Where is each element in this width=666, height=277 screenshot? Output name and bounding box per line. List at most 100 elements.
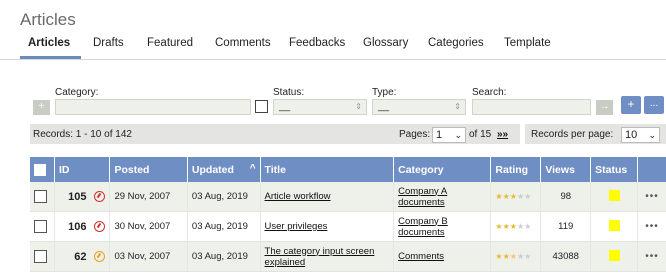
rating-cell: ★★★★★ — [490, 241, 542, 272]
category-checkbox[interactable] — [255, 100, 268, 113]
column-header-posted[interactable]: Posted — [109, 157, 188, 182]
category-line1: Comments — [398, 251, 445, 262]
workflow-status-icon[interactable] — [94, 191, 106, 203]
id-cell: 62 — [54, 241, 111, 272]
rating-stars: ★★★★★ — [495, 222, 531, 231]
workflow-status-icon[interactable] — [94, 221, 106, 233]
more-options-button[interactable]: ... — [644, 96, 664, 114]
search-input[interactable] — [472, 99, 591, 115]
column-header-title[interactable]: Title — [260, 157, 395, 182]
workflow-status-icon[interactable] — [94, 251, 106, 263]
next-page-link[interactable]: »» — [497, 129, 508, 140]
search-label: Search: — [472, 87, 507, 98]
row-more-button[interactable]: ••• — [645, 221, 659, 232]
updated-cell: 03 Aug, 2019 — [187, 241, 261, 272]
add-article-button[interactable]: + — [621, 96, 641, 114]
rating-star-icon: ★ — [502, 222, 510, 231]
status-indicator[interactable] — [608, 219, 620, 231]
category-link[interactable]: Comments — [398, 251, 444, 262]
row-checkbox[interactable] — [34, 220, 47, 233]
status-select[interactable]: __ ⇕ — [273, 99, 367, 115]
title-cell: The category input screen explained — [260, 241, 395, 272]
row-more-button[interactable]: ••• — [645, 191, 659, 202]
id-cell: 105 — [54, 182, 111, 212]
tab-divider — [0, 59, 666, 60]
tab-feedbacks[interactable]: Feedbacks — [289, 37, 345, 49]
row-select-cell — [30, 182, 55, 212]
column-header-category[interactable]: Category — [393, 157, 492, 182]
table-row[interactable]: 105 29 Nov, 2007 03 Aug, 2019 Article workf… — [30, 182, 666, 212]
status-indicator[interactable] — [608, 189, 620, 201]
rating-star-icon: ★ — [495, 252, 503, 261]
row-select-cell — [30, 241, 55, 272]
tab-comments[interactable]: Comments — [215, 37, 271, 49]
rating-star-icon: ★ — [524, 222, 532, 231]
category-line2: documents — [398, 196, 445, 208]
page-select[interactable]: 1 ⌄ — [432, 127, 466, 143]
rating-star-icon: ★ — [509, 252, 517, 261]
article-title-link[interactable]: Article workflow — [265, 191, 331, 202]
page-title: Articles — [20, 10, 76, 29]
select-arrows-icon: ⇕ — [454, 102, 461, 111]
row-checkbox[interactable] — [34, 190, 47, 203]
title-cell: Article workflow — [260, 182, 395, 212]
records-count: Records: 1 - 10 of 142 — [33, 129, 132, 140]
article-id: 106 — [68, 220, 87, 233]
category-cell: Company Bdocuments — [393, 211, 492, 242]
status-label: Status: — [273, 87, 305, 98]
article-title-link[interactable]: User privileges — [265, 221, 328, 232]
status-select-value: __ — [279, 101, 291, 112]
posted-cell: 30 Nov, 2007 — [109, 211, 188, 242]
id-cell: 106 — [54, 211, 111, 242]
article-title-link[interactable]: The category input screen explained — [265, 246, 375, 268]
category-cell: Company Adocuments — [393, 182, 492, 212]
tab-glossary[interactable]: Glossary — [363, 37, 408, 49]
article-title-line1: Article workflow — [264, 191, 331, 202]
per-page-select[interactable]: 10 ⌄ — [621, 127, 660, 143]
tab-categories[interactable]: Categories — [428, 37, 484, 49]
rating-stars: ★★★★★ — [495, 192, 531, 201]
column-header-views[interactable]: Views — [540, 157, 592, 182]
column-header-rating[interactable]: Rating — [490, 157, 542, 182]
row-actions-cell: ••• — [637, 241, 666, 272]
status-indicator[interactable] — [608, 249, 620, 261]
sort-ascending-icon: ^ — [249, 163, 256, 174]
article-id: 62 — [74, 250, 87, 263]
category-field[interactable] — [55, 99, 251, 115]
rating-star-icon: ★ — [495, 222, 503, 231]
status-cell — [590, 182, 639, 212]
type-label: Type: — [372, 87, 397, 98]
column-header-id[interactable]: ID — [54, 157, 111, 182]
row-checkbox[interactable] — [34, 250, 47, 263]
tab-articles[interactable]: Articles — [28, 37, 70, 49]
table-header-row: ID Posted Updated ^ Title Category Ratin… — [30, 157, 666, 182]
search-go-button[interactable]: → — [596, 100, 613, 115]
rating-stars: ★★★★★ — [495, 252, 531, 261]
category-label: Category: — [55, 87, 99, 98]
table-row[interactable]: 62 03 Nov, 2007 03 Aug, 2019 The category i… — [30, 241, 666, 272]
type-select[interactable]: __ ⇕ — [372, 99, 466, 115]
row-actions-cell: ••• — [637, 182, 666, 212]
chevron-down-icon: ⌄ — [648, 130, 656, 140]
tab-template[interactable]: Template — [504, 37, 551, 49]
rating-star-icon: ★ — [502, 192, 510, 201]
tab-featured[interactable]: Featured — [147, 37, 193, 49]
rating-cell: ★★★★★ — [490, 211, 542, 242]
select-all-checkbox[interactable] — [34, 163, 46, 176]
views-cell: 98 — [540, 182, 592, 212]
column-header-updated[interactable]: Updated ^ — [187, 157, 261, 182]
table-row[interactable]: 106 30 Nov, 2007 03 Aug, 2019 User privileg… — [30, 211, 666, 242]
category-link[interactable]: Company Bdocuments — [398, 216, 448, 238]
column-header-actions — [637, 157, 666, 182]
status-cell — [590, 211, 639, 242]
rating-star-icon: ★ — [524, 192, 532, 201]
column-header-status[interactable]: Status — [590, 157, 639, 182]
rating-star-icon: ★ — [495, 192, 503, 201]
add-category-button[interactable]: + — [33, 100, 50, 115]
category-link[interactable]: Company Adocuments — [398, 186, 447, 208]
tab-drafts[interactable]: Drafts — [93, 37, 124, 49]
row-more-button[interactable]: ••• — [645, 251, 659, 262]
tab-bar: Articles Drafts Featured Comments Feedba… — [0, 37, 666, 59]
status-cell — [590, 241, 639, 272]
updated-cell: 03 Aug, 2019 — [187, 182, 261, 212]
